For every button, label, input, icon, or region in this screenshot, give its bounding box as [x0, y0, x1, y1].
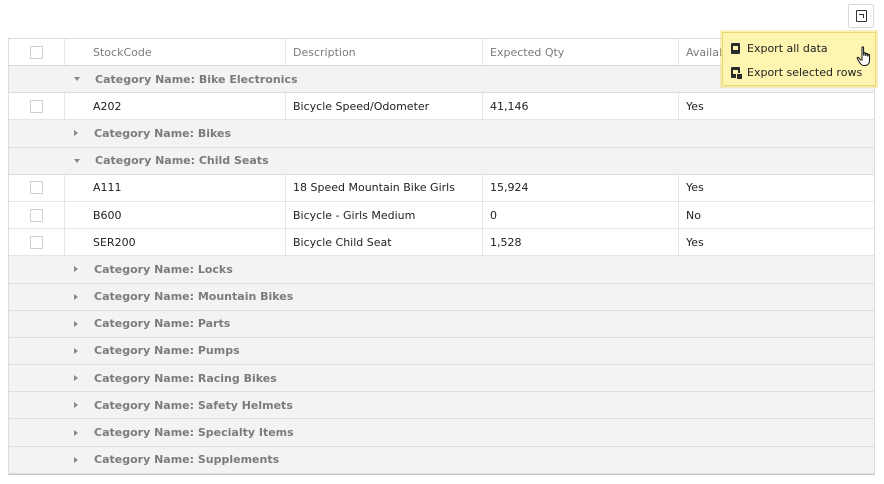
row-checkbox[interactable] — [30, 208, 43, 222]
cell-description: Bicycle - Girls Medium — [286, 201, 483, 229]
table-row[interactable]: A111 18 Speed Mountain Bike Girls 15,924 Ye… — [9, 174, 874, 202]
cell-stockcode: SER200 — [65, 229, 286, 256]
cell-expected-qty: 41,146 — [483, 93, 679, 120]
group-row[interactable]: Category Name: Locks — [9, 256, 874, 284]
caret-right-icon[interactable] — [74, 320, 78, 327]
row-select-cell — [9, 93, 65, 120]
group-spacer — [9, 392, 65, 419]
group-header[interactable]: Category Name: Specialty Items — [65, 426, 294, 439]
group-label: Category Name: Locks — [94, 262, 233, 276]
group-row[interactable]: Category Name: Mountain Bikes — [9, 283, 874, 311]
caret-right-icon[interactable] — [74, 375, 78, 382]
group-label: Category Name: Racing Bikes — [94, 371, 277, 385]
cell-expected-qty: 0 — [483, 201, 679, 229]
group-label: Category Name: Child Seats — [95, 154, 269, 168]
group-spacer — [9, 365, 65, 392]
column-header-description[interactable]: Description — [286, 39, 483, 65]
caret-down-icon[interactable] — [74, 77, 80, 82]
group-header[interactable]: Category Name: Safety Helmets — [65, 399, 293, 412]
group-row[interactable]: Category Name: Bikes — [9, 120, 874, 148]
export-icon — [855, 10, 867, 22]
cell-available: Yes — [686, 181, 704, 195]
group-spacer — [9, 419, 65, 446]
row-checkbox[interactable] — [30, 235, 43, 249]
data-grid: StockCode Description Expected Qty Avail… — [8, 38, 875, 475]
group-spacer — [9, 147, 65, 174]
group-label: Category Name: Supplements — [94, 453, 280, 467]
group-row[interactable]: Category Name: Racing Bikes — [9, 365, 874, 393]
row-select-cell — [9, 174, 65, 201]
group-header[interactable]: Category Name: Bikes — [65, 127, 231, 140]
group-label: Category Name: Bikes — [94, 126, 232, 140]
select-all-checkbox[interactable] — [30, 45, 43, 59]
export-all-data-item[interactable]: Export all data — [723, 36, 875, 60]
group-header[interactable]: Category Name: Parts — [65, 317, 230, 330]
excel-file-selection-icon — [731, 66, 743, 80]
cell-description: Bicycle Speed/Odometer — [286, 93, 483, 120]
cell-expected-qty: 1,528 — [483, 229, 679, 256]
group-label: Category Name: Bike Electronics — [95, 72, 298, 86]
group-header[interactable]: Category Name: Child Seats — [65, 154, 269, 167]
group-row[interactable]: Category Name: Pumps — [9, 337, 874, 366]
caret-down-icon[interactable] — [74, 158, 80, 163]
cell-stockcode: A202 — [65, 93, 286, 120]
cell-expected-qty: 15,924 — [483, 174, 679, 201]
row-select-cell — [9, 201, 65, 229]
group-row[interactable]: Category Name: Child Seats — [9, 147, 874, 175]
group-spacer — [9, 283, 65, 310]
table-row[interactable]: B600 Bicycle - Girls Medium 0 No — [9, 201, 874, 230]
column-header-stockcode[interactable]: StockCode — [65, 39, 286, 65]
cell-description: Bicycle Child Seat — [286, 229, 483, 256]
group-label: Category Name: Pumps — [94, 344, 240, 358]
caret-right-icon[interactable] — [74, 266, 78, 273]
group-row[interactable]: Category Name: Parts — [9, 310, 874, 338]
excel-file-icon — [731, 42, 740, 54]
group-label: Category Name: Mountain Bikes — [94, 290, 294, 304]
group-label: Category Name: Parts — [94, 317, 231, 331]
cell-stockcode: B600 — [65, 201, 286, 229]
cell-available: No — [686, 208, 701, 222]
cell-available: Yes — [686, 235, 704, 249]
export-all-data-label: Export all data — [747, 41, 828, 55]
cell-description: 18 Speed Mountain Bike Girls — [286, 174, 483, 201]
row-select-cell — [9, 229, 65, 256]
group-row[interactable]: Category Name: Supplements — [9, 446, 874, 474]
caret-right-icon[interactable] — [74, 130, 78, 137]
group-label: Category Name: Safety Helmets — [94, 398, 293, 412]
group-header[interactable]: Category Name: Mountain Bikes — [65, 290, 293, 303]
group-label: Category Name: Specialty Items — [94, 426, 294, 440]
caret-right-icon[interactable] — [74, 402, 78, 409]
export-menu: Export all data Export selected rows — [722, 32, 876, 86]
group-row[interactable]: Category Name: Specialty Items — [9, 419, 874, 447]
grid-body: Category Name: Bike Electronics A202 Bicyc… — [9, 66, 874, 474]
column-header-expected-qty[interactable]: Expected Qty — [483, 39, 679, 65]
group-row[interactable]: Category Name: Safety Helmets — [9, 392, 874, 420]
caret-right-icon[interactable] — [74, 293, 78, 300]
table-row[interactable]: A202 Bicycle Speed/Odometer 41,146 Yes — [9, 93, 874, 121]
group-spacer — [9, 66, 65, 93]
group-spacer — [9, 446, 65, 473]
group-header[interactable]: Category Name: Pumps — [65, 344, 240, 357]
cell-stockcode: A111 — [65, 174, 286, 201]
group-header[interactable]: Category Name: Supplements — [65, 453, 279, 466]
group-spacer — [9, 120, 65, 147]
group-spacer — [9, 310, 65, 337]
caret-right-icon[interactable] — [74, 456, 78, 463]
group-spacer — [9, 256, 65, 283]
caret-right-icon[interactable] — [74, 429, 78, 436]
select-all-cell — [9, 39, 65, 65]
row-checkbox[interactable] — [30, 99, 43, 113]
caret-right-icon[interactable] — [74, 347, 78, 354]
group-header[interactable]: Category Name: Locks — [65, 263, 233, 276]
export-selected-rows-label: Export selected rows — [747, 65, 863, 79]
group-header[interactable]: Category Name: Bike Electronics — [65, 73, 298, 86]
hand-pointer-icon — [856, 46, 871, 66]
table-row[interactable]: SER200 Bicycle Child Seat 1,528 Yes — [9, 229, 874, 257]
group-header[interactable]: Category Name: Racing Bikes — [65, 372, 277, 385]
export-selected-rows-item[interactable]: Export selected rows — [723, 60, 875, 84]
group-spacer — [9, 337, 65, 365]
export-button[interactable] — [848, 4, 874, 28]
cell-available: Yes — [686, 99, 704, 113]
row-checkbox[interactable] — [30, 181, 43, 195]
